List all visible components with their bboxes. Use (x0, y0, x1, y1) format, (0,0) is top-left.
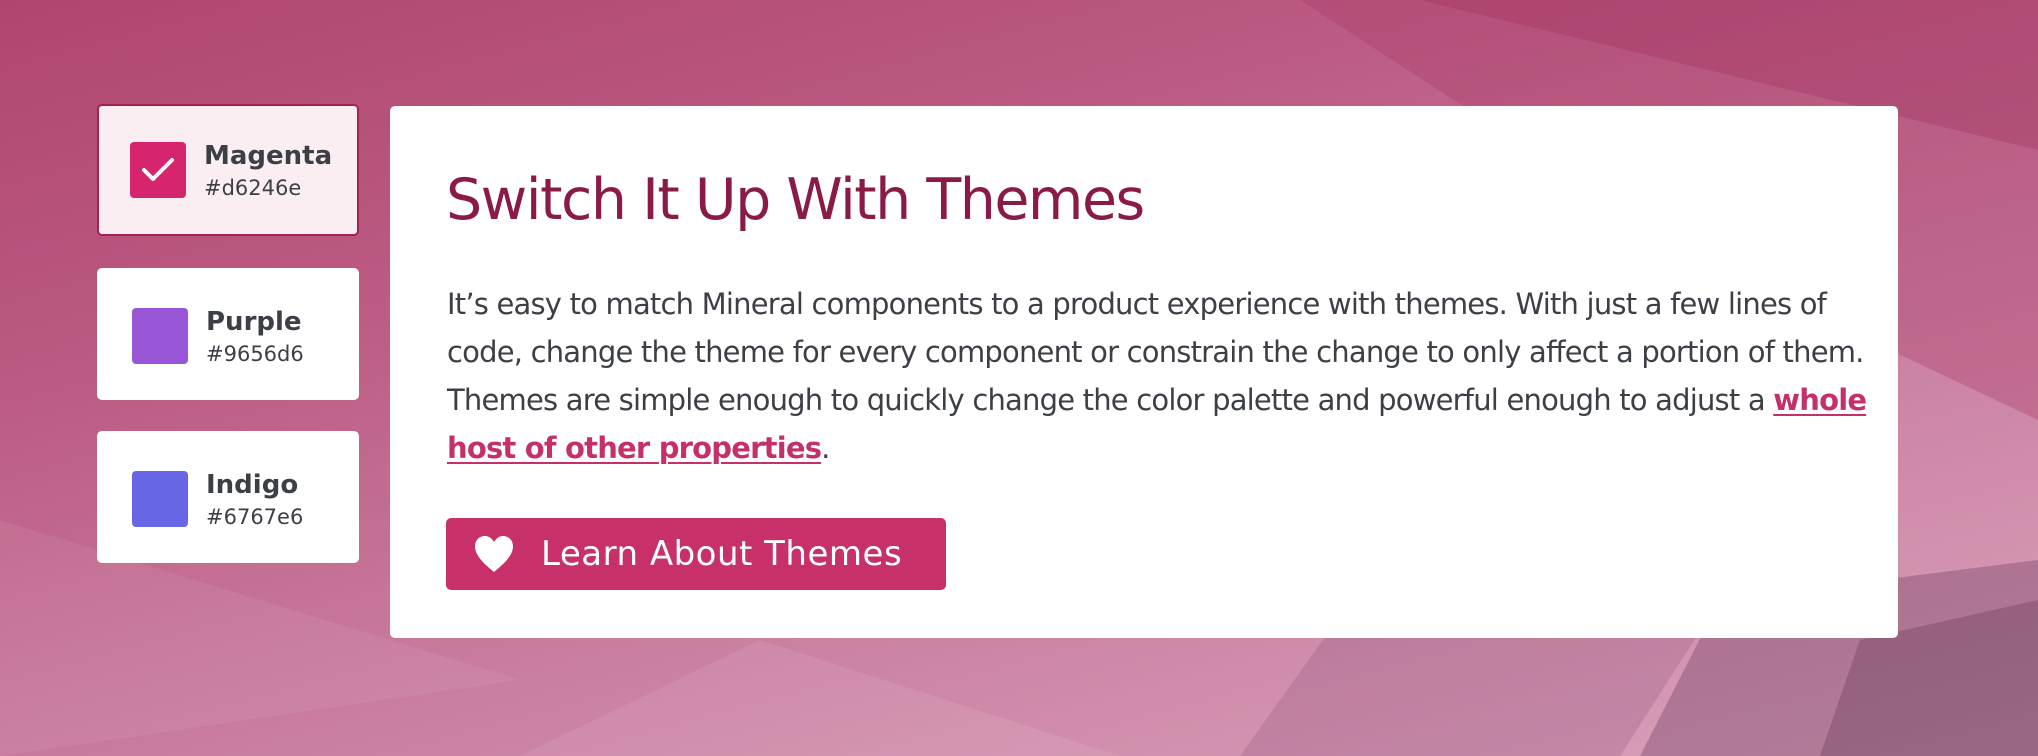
magenta-swatch (130, 142, 186, 198)
checkmark-icon (142, 158, 174, 181)
theme-option-magenta[interactable]: Magenta #d6246e (97, 104, 359, 236)
theme-hex: #9656d6 (206, 342, 304, 366)
button-label: Learn About Themes (541, 534, 903, 574)
theme-name: Indigo (206, 470, 299, 500)
theme-name: Purple (206, 307, 302, 337)
indigo-swatch (132, 471, 188, 527)
card-description: It’s easy to match Mineral components to… (447, 280, 1877, 472)
purple-swatch (132, 308, 188, 364)
description-text: It’s easy to match Mineral components to… (447, 287, 1864, 417)
card-title: Switch It Up With Themes (446, 167, 1145, 233)
learn-about-themes-button[interactable]: Learn About Themes (446, 518, 946, 590)
theme-option-purple[interactable]: Purple #9656d6 (97, 268, 359, 400)
themes-card: Switch It Up With Themes It’s easy to ma… (390, 106, 1898, 638)
heart-icon (473, 534, 515, 574)
theme-hex: #d6246e (204, 176, 302, 200)
description-end: . (821, 431, 830, 465)
theme-name: Magenta (204, 141, 333, 171)
theme-option-indigo[interactable]: Indigo #6767e6 (97, 431, 359, 563)
theme-hex: #6767e6 (206, 505, 304, 529)
